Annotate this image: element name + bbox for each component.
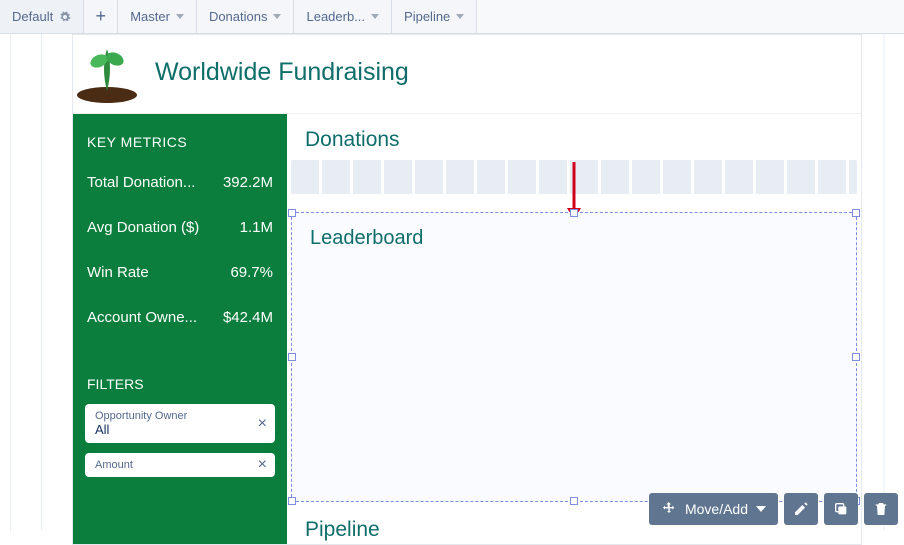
metric-value: 69.7% <box>230 264 273 281</box>
section-title-donations: Donations <box>287 114 861 160</box>
tab-add[interactable]: + <box>84 0 118 33</box>
filter-value: All <box>95 422 265 437</box>
page-title: Worldwide Fundraising <box>155 58 409 87</box>
resize-handle[interactable] <box>852 353 860 361</box>
widget-title: Leaderboard <box>292 213 856 264</box>
sidebar: KEY METRICS Total Donation... 392.2M Avg … <box>73 114 287 544</box>
duplicate-button[interactable] <box>824 493 858 525</box>
metric-label: Win Rate <box>87 264 149 281</box>
gear-icon <box>59 11 71 23</box>
org-logo <box>73 41 141 103</box>
page-tabs: Default + Master Donations Leaderb... Pi… <box>0 0 904 34</box>
metric-value: 1.1M <box>240 219 273 236</box>
trash-icon <box>873 501 889 517</box>
chevron-down-icon <box>273 14 281 19</box>
section-title-pipeline: Pipeline <box>305 518 380 542</box>
resize-handle[interactable] <box>288 209 296 217</box>
move-add-button[interactable]: Move/Add <box>649 493 778 525</box>
metric-row: Total Donation... 392.2M <box>73 164 287 209</box>
tab-label: Master <box>130 9 170 24</box>
dashboard-card: Worldwide Fundraising KEY METRICS Total … <box>72 34 862 545</box>
filter-label: Amount <box>95 459 265 471</box>
design-canvas: Worldwide Fundraising KEY METRICS Total … <box>0 34 904 531</box>
tab-default[interactable]: Default <box>0 0 84 33</box>
resize-handle[interactable] <box>570 209 578 217</box>
dashboard-header: Worldwide Fundraising <box>73 35 861 114</box>
plus-icon: + <box>95 6 106 27</box>
chevron-down-icon <box>176 14 184 19</box>
resize-handle[interactable] <box>570 497 578 505</box>
button-label: Move/Add <box>685 501 748 517</box>
metric-label: Total Donation... <box>87 174 195 191</box>
tab-label: Leaderb... <box>306 9 365 24</box>
metric-value: 392.2M <box>223 174 273 191</box>
tab-label: Default <box>12 9 53 24</box>
filter-label: Opportunity Owner <box>95 410 265 422</box>
chevron-down-icon <box>756 506 766 512</box>
tab-master[interactable]: Master <box>118 0 197 33</box>
filter-chip[interactable]: Amount × <box>85 453 275 477</box>
metric-value: $42.4M <box>223 309 273 326</box>
filter-chip[interactable]: Opportunity Owner All × <box>85 404 275 443</box>
delete-button[interactable] <box>864 493 898 525</box>
tab-label: Pipeline <box>404 9 450 24</box>
metric-row: Win Rate 69.7% <box>73 254 287 299</box>
chevron-down-icon <box>371 14 379 19</box>
main-area: Donations Leaderboard Pipeline <box>287 114 861 544</box>
metric-label: Account Owne... <box>87 309 197 326</box>
close-icon[interactable]: × <box>258 415 267 433</box>
tab-label: Donations <box>209 9 268 24</box>
tab-leaderboard[interactable]: Leaderb... <box>294 0 392 33</box>
filters-header: FILTERS <box>73 344 287 404</box>
pencil-icon <box>793 501 809 517</box>
resize-handle[interactable] <box>852 209 860 217</box>
metric-row: Account Owne... $42.4M <box>73 299 287 344</box>
metric-label: Avg Donation ($) <box>87 219 199 236</box>
metrics-header: KEY METRICS <box>73 130 287 164</box>
close-icon[interactable]: × <box>258 456 267 474</box>
edit-button[interactable] <box>784 493 818 525</box>
move-icon <box>661 501 677 517</box>
chevron-down-icon <box>456 14 464 19</box>
widget-toolbar: Move/Add <box>649 493 898 525</box>
selected-widget[interactable]: Leaderboard <box>291 212 857 502</box>
tab-donations[interactable]: Donations <box>197 0 295 33</box>
resize-handle[interactable] <box>288 497 296 505</box>
tab-pipeline[interactable]: Pipeline <box>392 0 477 33</box>
copy-icon <box>833 501 849 517</box>
metric-row: Avg Donation ($) 1.1M <box>73 209 287 254</box>
resize-handle[interactable] <box>288 353 296 361</box>
